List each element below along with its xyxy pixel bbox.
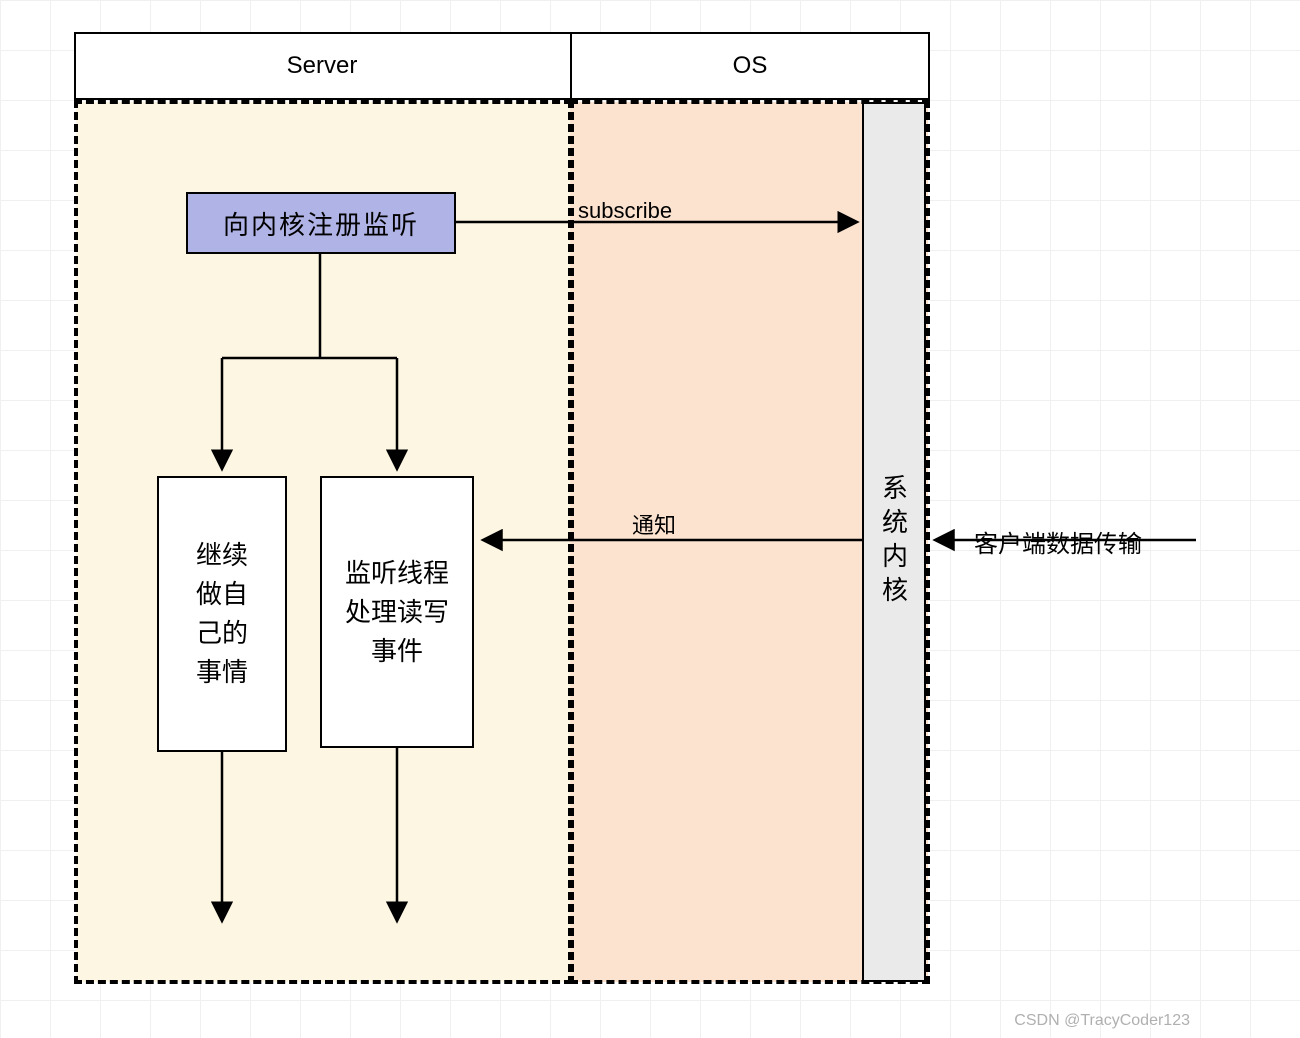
- watermark: CSDN @TracyCoder123: [1014, 1012, 1190, 1030]
- node-continue-own-label: 继续 做自 己的 事情: [196, 536, 248, 692]
- node-kernel-label: 系统内核: [876, 474, 913, 610]
- node-kernel: 系统内核: [862, 102, 926, 982]
- header-os: OS: [570, 32, 930, 100]
- edge-subscribe-label: subscribe: [578, 198, 672, 224]
- node-register: 向内核注册监听: [186, 192, 456, 254]
- node-listener-handle-label: 监听线程 处理读写 事件: [345, 554, 449, 671]
- header-server: Server: [74, 32, 570, 100]
- edge-notify-label: 通知: [632, 508, 676, 540]
- edge-client-data-label: 客户端数据传输: [974, 524, 1142, 559]
- node-continue-own: 继续 做自 己的 事情: [157, 476, 287, 752]
- node-listener-handle: 监听线程 处理读写 事件: [320, 476, 474, 748]
